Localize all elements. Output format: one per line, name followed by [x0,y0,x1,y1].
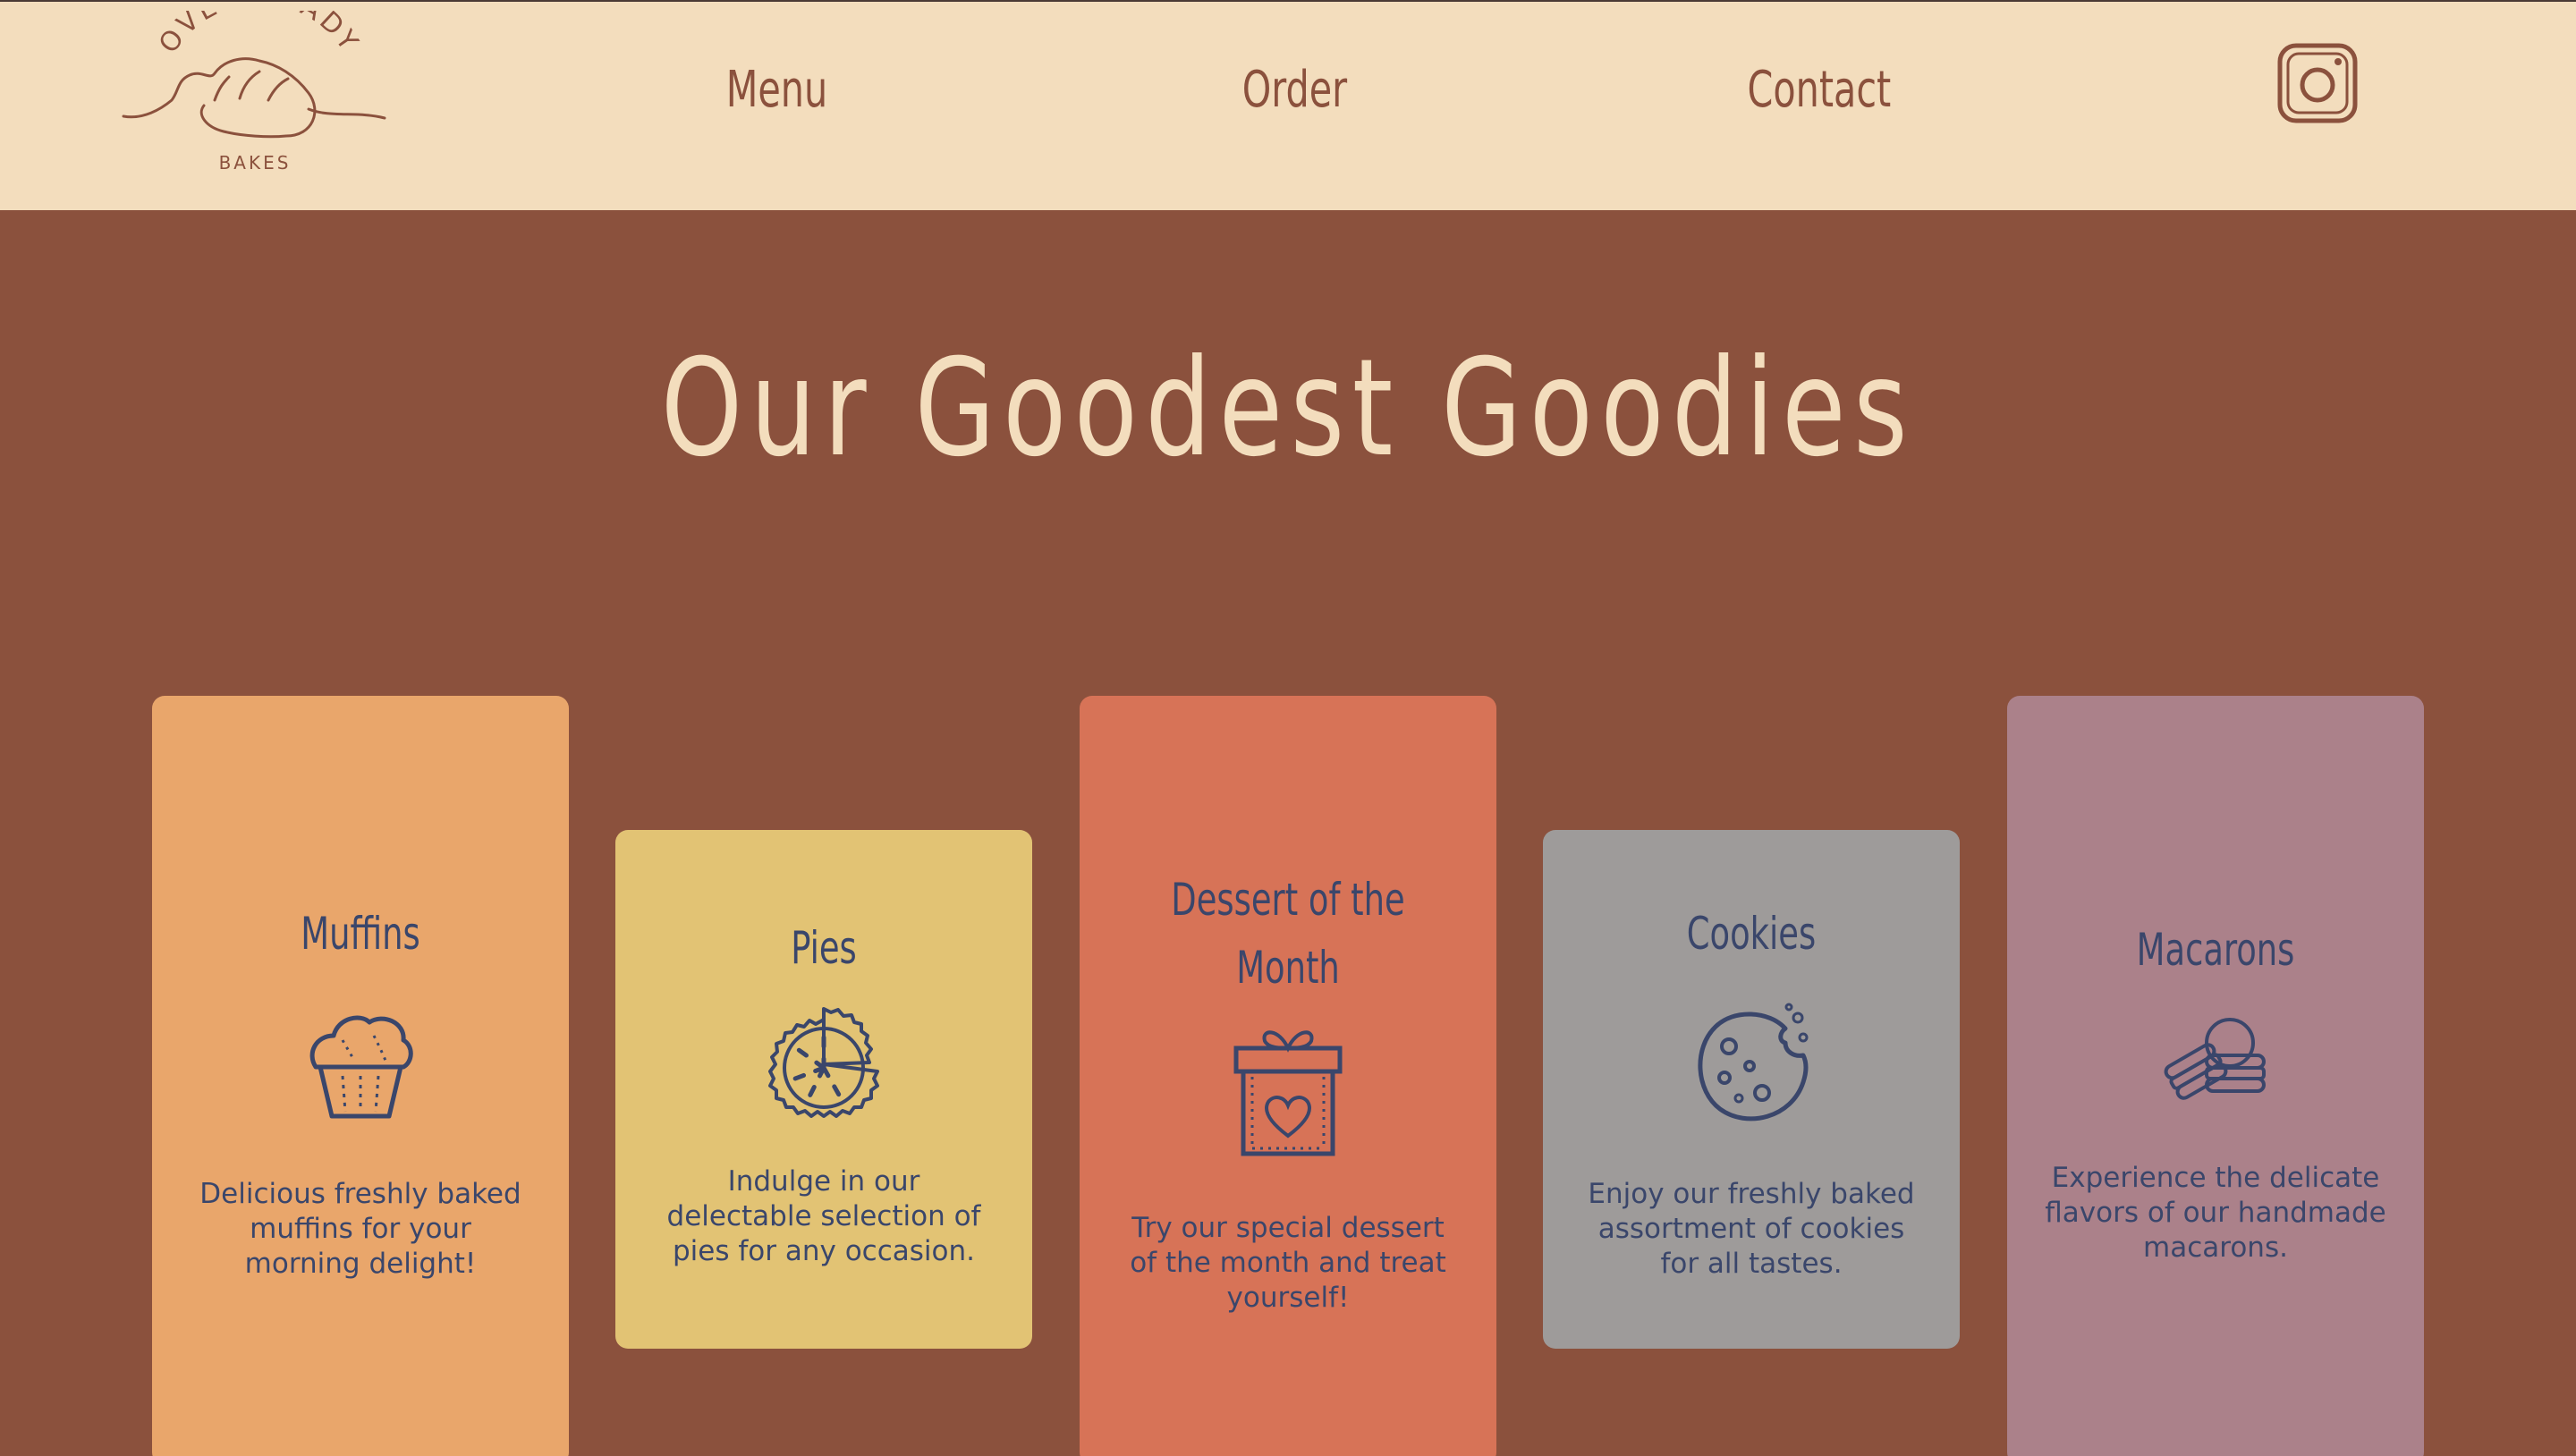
card-title: Cookies [1686,908,1817,960]
gift-box-icon [1216,1020,1360,1163]
instagram-icon[interactable] [2277,43,2358,123]
card-title: Pies [791,922,857,974]
card-dessert-of-the-month[interactable]: Dessert of the Month Try our special des… [1080,696,1496,1456]
card-muffins[interactable]: Muffins Delicious freshly baked muffins … [152,696,569,1456]
page-title: Our Goodest Goodies [660,331,1916,487]
card-description: Delicious freshly baked muffins for your… [199,1178,521,1280]
nav-menu-link[interactable]: Menu [726,61,827,119]
card-macarons[interactable]: Macarons Experience the delicate flavors… [2007,696,2424,1456]
card-description: Indulge in our delectable selection of p… [666,1165,981,1267]
macarons-icon [2144,991,2287,1134]
pie-icon [752,993,895,1136]
card-description: Try our special dessert of the month and… [1130,1212,1446,1314]
svg-text:OVEN READY: OVEN READY [153,11,366,59]
card-title: Dessert of the Month [1171,874,1405,994]
logo-sub-text: BAKES [218,152,292,174]
card-cookies[interactable]: Cookies Enjoy our freshly baked assortme… [1543,830,1960,1349]
site-logo[interactable]: OVEN READY BAKES [116,11,394,181]
card-title: Macarons [2136,924,2295,976]
cookie-icon [1680,993,1823,1136]
logo-arc-text: OVEN READY [153,11,362,59]
card-pies[interactable]: Pies Indulge in our delectable selection… [615,830,1032,1349]
muffin-icon [289,991,432,1134]
card-description: Enjoy our freshly baked assortment of co… [1588,1178,1915,1280]
nav-contact-link[interactable]: Contact [1748,61,1892,119]
nav-order-link[interactable]: Order [1242,61,1347,119]
card-description: Experience the delicate flavors of our h… [2045,1162,2386,1264]
card-title: Muffins [301,908,420,960]
site-header: OVEN READY BAKES Menu Order Contact [0,0,2576,210]
